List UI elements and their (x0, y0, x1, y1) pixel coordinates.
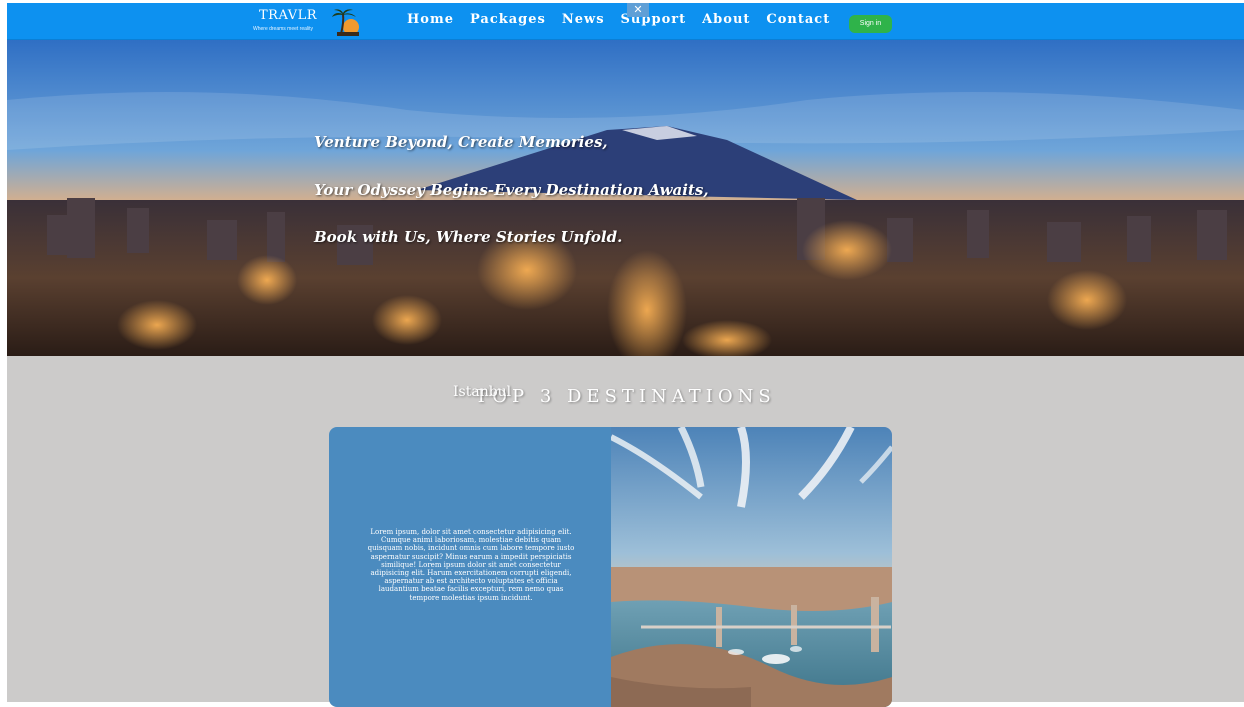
nav-home[interactable]: Home (407, 12, 454, 27)
nav-about[interactable]: About (702, 12, 750, 27)
hero-line-2: Your Odyssey Begins-Every Destination Aw… (314, 181, 709, 199)
brand-name: TRAVLR (259, 8, 318, 23)
sign-in-button[interactable]: Sign in (849, 15, 892, 33)
hero-line-1: Venture Beyond, Create Memories, (314, 133, 608, 151)
navbar: TRAVLR Where dreams meet reality Home Pa… (7, 3, 1244, 40)
card-description-panel: Lorem ipsum, dolor sit amet consectetur … (329, 427, 611, 707)
palm-tree-logo-icon (332, 9, 359, 36)
brand-tagline: Where dreams meet reality (253, 26, 314, 32)
nav-packages[interactable]: Packages (470, 12, 546, 27)
hero-banner: Venture Beyond, Create Memories, Your Od… (7, 40, 1244, 356)
nav-contact[interactable]: Contact (766, 12, 830, 27)
nav-links: Home Packages News Support About Contact (407, 12, 830, 27)
nav-news[interactable]: News (562, 12, 605, 27)
istanbul-photo (609, 427, 892, 707)
close-icon[interactable]: ✕ (627, 3, 649, 17)
destinations-section: TOP 3 DESTINATIONS Lorem ipsum, dolor si… (7, 356, 1244, 707)
section-title: TOP 3 DESTINATIONS (475, 386, 776, 407)
brand-logo[interactable]: TRAVLR Where dreams meet reality (253, 8, 363, 36)
destination-city-name: Istanbul (453, 384, 512, 400)
destination-card[interactable]: Lorem ipsum, dolor sit amet consectetur … (329, 427, 892, 707)
hero-line-3: Book with Us, Where Stories Unfold. (314, 228, 623, 246)
card-description: Lorem ipsum, dolor sit amet consectetur … (367, 528, 575, 602)
card-image-panel (609, 427, 892, 707)
